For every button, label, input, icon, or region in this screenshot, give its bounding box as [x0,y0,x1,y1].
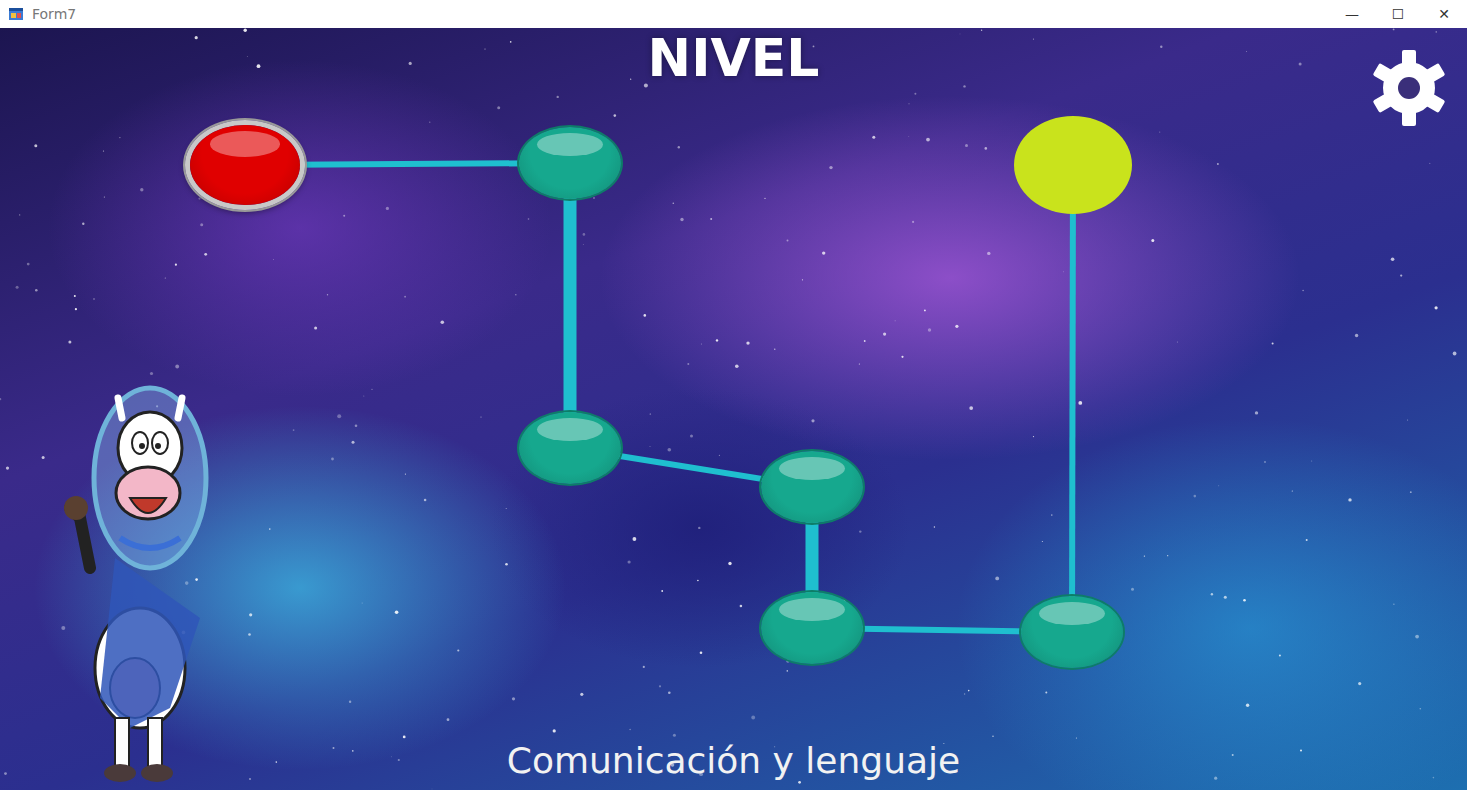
title-bar: Form7 —☐✕ [0,0,1467,28]
level-node[interactable] [759,590,865,666]
node-fill [190,125,300,205]
subject-label: Comunicación y lenguaje [0,739,1467,782]
app-icon [8,6,24,22]
node-fill [1021,596,1123,668]
level-node[interactable] [517,410,623,486]
maximize-button[interactable]: ☐ [1375,0,1421,28]
current-level-node[interactable] [185,120,305,210]
level-title: NIVEL [0,30,1467,87]
node-fill [761,451,863,523]
cow-astronaut-icon [60,368,225,788]
node-fill [519,127,621,199]
level-node[interactable] [759,449,865,525]
level-node[interactable] [517,125,623,201]
goal-node[interactable] [1014,116,1132,214]
minimize-button[interactable]: — [1329,0,1375,28]
node-fill [761,592,863,664]
node-fill [1014,116,1132,214]
gear-icon[interactable] [1369,48,1449,128]
window-title: Form7 [32,4,76,25]
level-map: NIVEL Comunicación y lenguaje [0,28,1467,790]
node-fill [519,412,621,484]
level-node[interactable] [1019,594,1125,670]
close-button[interactable]: ✕ [1421,0,1467,28]
